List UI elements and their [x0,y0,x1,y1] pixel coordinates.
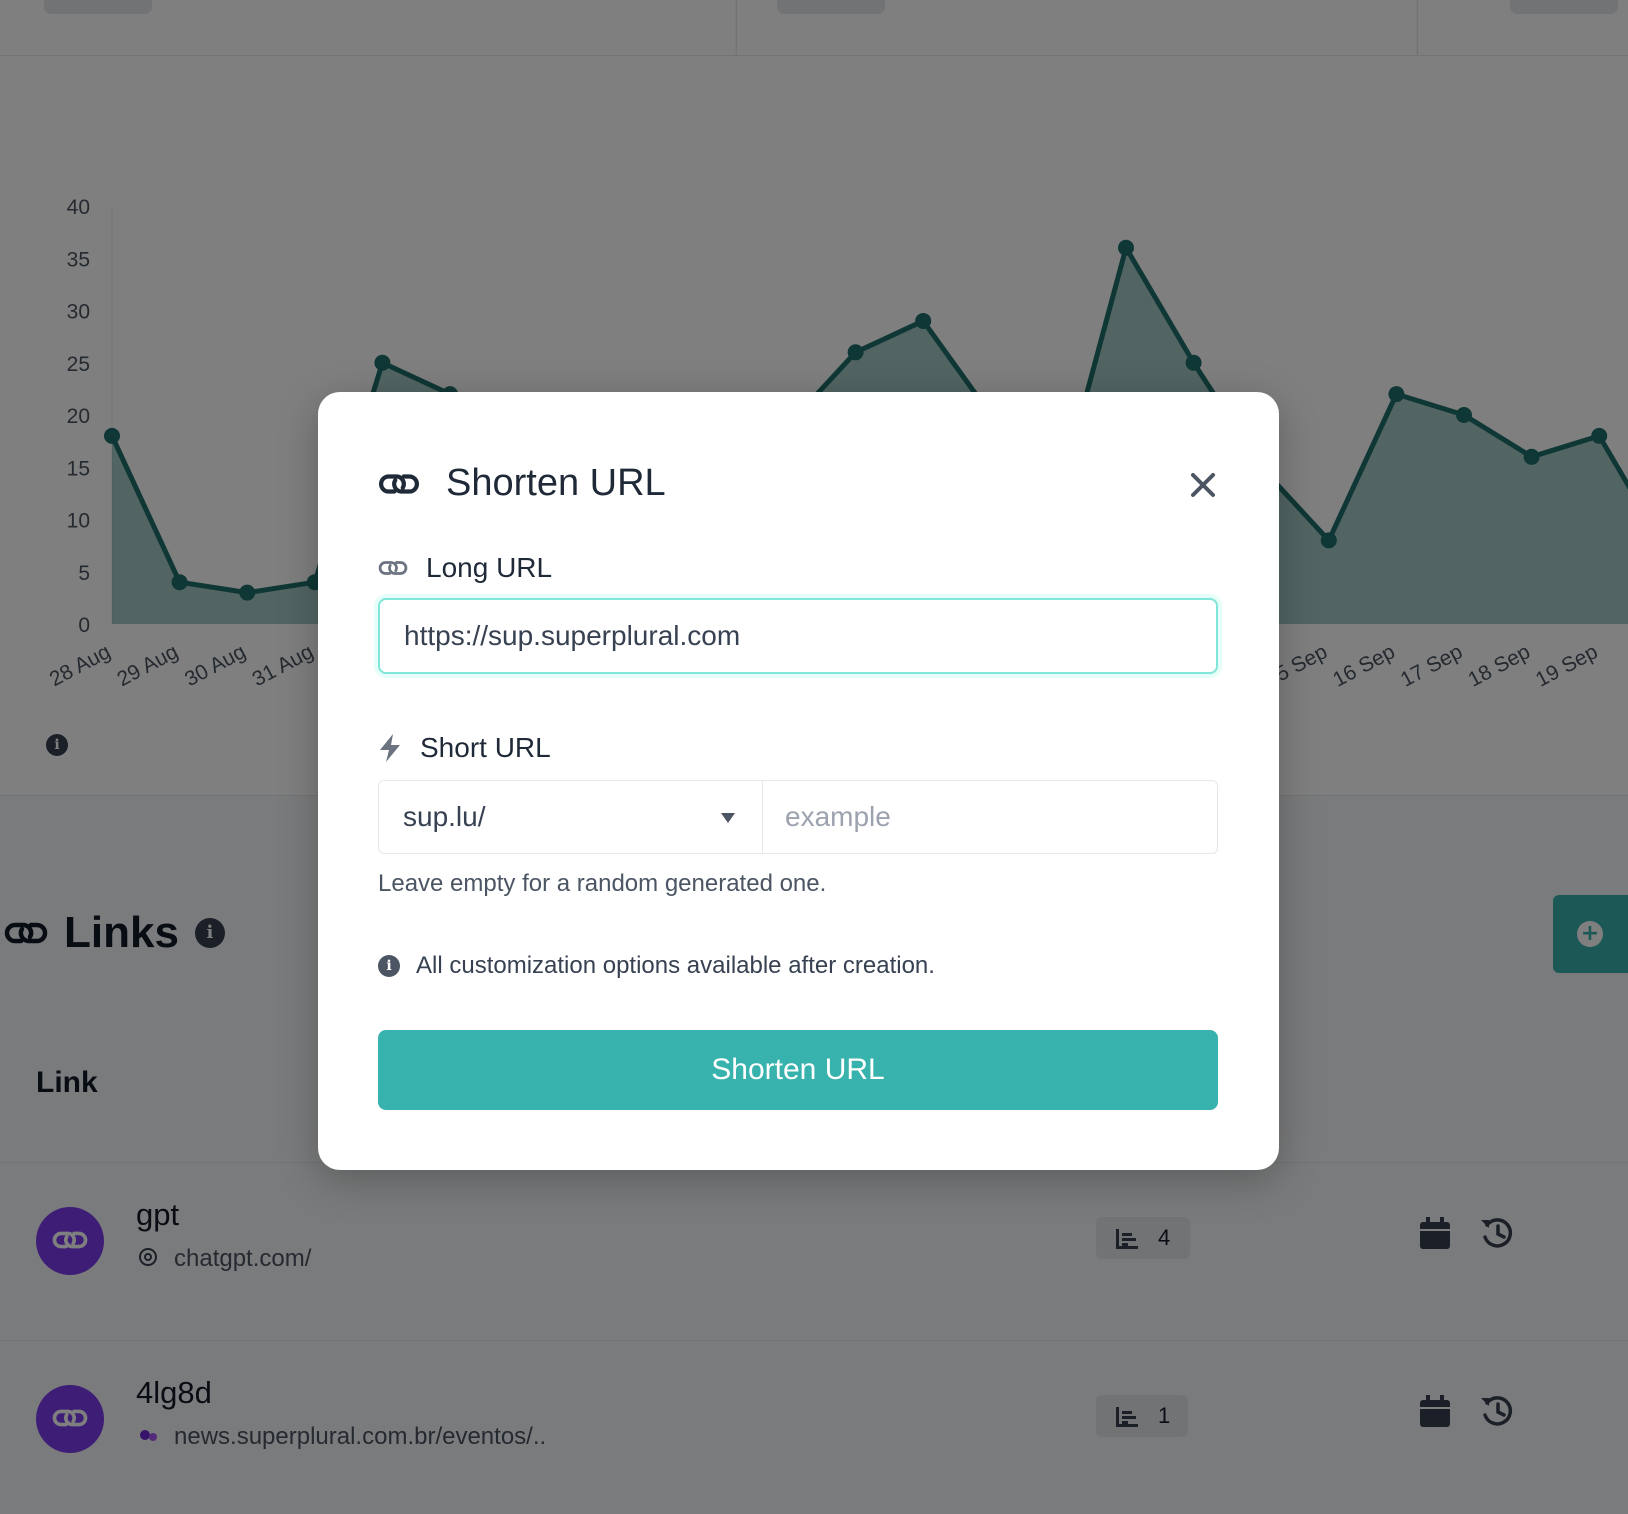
link-icon [379,473,419,494]
shorten-url-dialog: Shorten URL Long URL Short URL sup.lu/ L… [318,392,1279,1170]
close-icon[interactable] [1186,468,1220,502]
caret-down-icon [721,813,735,823]
domain-select[interactable]: sup.lu/ [379,781,763,853]
customization-note: i All customization options available af… [378,952,935,980]
link-icon [378,561,408,575]
dialog-header: Shorten URL [378,462,666,505]
long-url-label: Long URL [426,552,553,583]
customization-note-text: All customization options available afte… [416,952,935,979]
slug-input[interactable] [763,781,1217,853]
long-url-label-row: Long URL [378,552,552,584]
bolt-icon [380,734,400,762]
info-icon: i [378,955,400,977]
shorten-url-button[interactable]: Shorten URL [378,1030,1218,1110]
short-url-group: sup.lu/ [378,780,1218,854]
long-url-input[interactable] [378,598,1218,674]
short-url-label: Short URL [420,732,551,763]
slug-hint: Leave empty for a random generated one. [378,870,827,897]
domain-select-value: sup.lu/ [403,801,486,832]
short-url-label-row: Short URL [378,732,551,764]
dialog-title: Shorten URL [446,462,666,504]
